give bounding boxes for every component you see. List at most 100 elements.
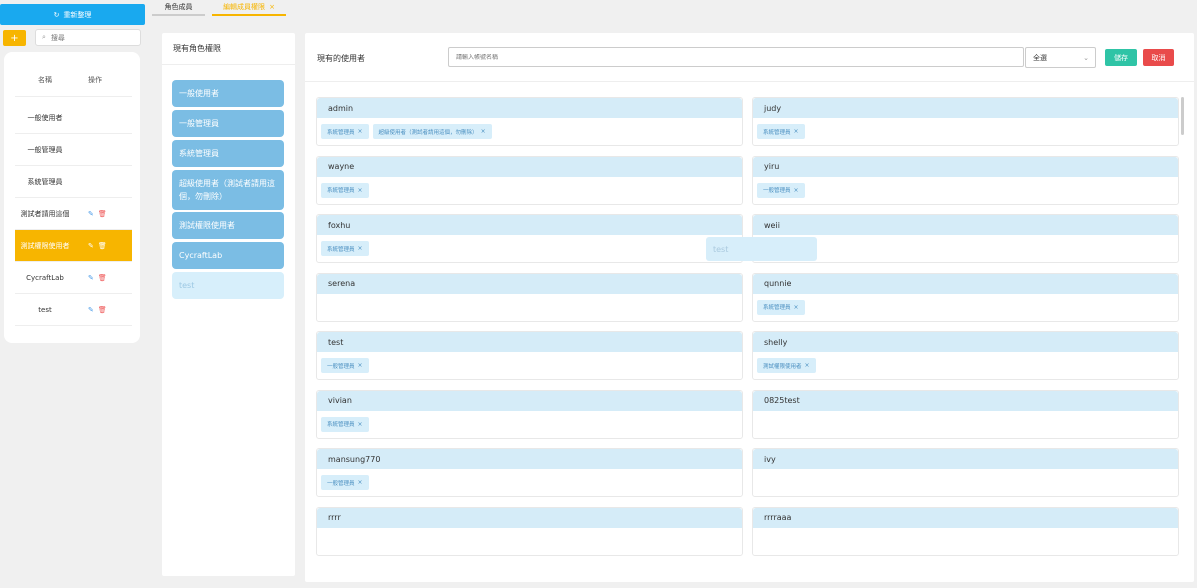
edit-icon[interactable]: ✎ [88, 210, 94, 218]
cancel-button[interactable]: 取消 [1143, 49, 1174, 66]
permission-tag: 一般管理員 × [757, 182, 805, 198]
remove-tag-icon[interactable]: × [358, 479, 363, 486]
user-permission-tags: 系統管理員 × 超級使用者（測試者請用這個，勿刪除） × [317, 118, 742, 139]
role-list-card: 名稱 操作 一般使用者 一般管理員 系統管理員 測試者請用這個 ✎ 🗑 測試權限使用者 ✎ 🗑 C… [4, 52, 140, 343]
user-card[interactable]: wayne 系統管理員 × [316, 155, 743, 205]
trash-icon[interactable]: 🗑 [98, 274, 107, 282]
user-card[interactable]: shelly 測試權限使用者 × [752, 331, 1179, 380]
role-list-item[interactable]: 系統管理員 [15, 166, 132, 198]
user-card[interactable]: yiru 一般管理員 × [752, 155, 1179, 205]
role-search-box[interactable]: ⌕ [35, 29, 141, 46]
user-search-input[interactable] [456, 53, 1023, 61]
remove-tag-icon[interactable]: × [358, 128, 363, 135]
role-list-item[interactable]: CycraftLab ✎ 🗑 [15, 262, 132, 294]
user-card[interactable]: rrrr [316, 506, 743, 556]
permission-tag-label: 超級使用者（測試者請用這個，勿刪除） [378, 129, 478, 136]
user-card[interactable]: serena [316, 272, 743, 322]
user-card[interactable]: qunnie 系統管理員 × [752, 272, 1179, 322]
role-name: 測試權限使用者 [20, 241, 70, 250]
remove-tag-icon[interactable]: × [358, 245, 363, 252]
remove-tag-icon[interactable]: × [794, 187, 799, 194]
user-name: yiru [753, 156, 1178, 177]
scrollbar[interactable] [1181, 97, 1184, 135]
user-card[interactable]: rrrraaa [752, 506, 1179, 556]
close-icon[interactable]: × [269, 3, 275, 11]
user-name: judy [753, 98, 1178, 118]
user-card[interactable]: admin 系統管理員 × 超級使用者（測試者請用這個，勿刪除） × [316, 97, 743, 146]
permission-item[interactable]: 測試權限使用者 [172, 212, 284, 239]
save-button[interactable]: 儲存 [1105, 49, 1137, 66]
edit-icon[interactable]: ✎ [88, 242, 94, 250]
role-actions: ✎ 🗑 [75, 274, 107, 282]
remove-tag-icon[interactable]: × [358, 187, 363, 194]
user-card[interactable]: mansung770 一般管理員 × [316, 448, 743, 497]
permission-item[interactable]: 一般使用者 [172, 80, 284, 107]
tab-edit-permissions-label: 編輯成員權限 [223, 3, 266, 11]
permission-item[interactable]: 超級使用者（測試者請用這個，勿刪除） [172, 170, 284, 210]
user-name: admin [317, 98, 742, 118]
user-permission-tags [753, 411, 1178, 417]
remove-tag-icon[interactable]: × [358, 421, 363, 428]
user-card[interactable]: ivy [752, 448, 1179, 497]
role-search-input[interactable] [50, 33, 131, 42]
edit-icon[interactable]: ✎ [88, 306, 94, 314]
divider [162, 64, 295, 65]
user-card[interactable]: vivian 系統管理員 × [316, 389, 743, 439]
add-role-button[interactable]: + [3, 30, 26, 46]
remove-tag-icon[interactable]: × [794, 128, 799, 135]
trash-icon[interactable]: 🗑 [98, 210, 107, 218]
user-name: test [317, 332, 742, 352]
column-actions-header: 操作 [88, 76, 102, 84]
permission-tag-label: 一般管理員 [327, 480, 355, 487]
column-name-header: 名稱 [38, 76, 52, 84]
role-list-item[interactable]: 一般使用者 [15, 102, 132, 134]
role-list-item[interactable]: 一般管理員 [15, 134, 132, 166]
permission-tag-label: 系統管理員 [763, 305, 791, 311]
role-list-item[interactable]: 測試權限使用者 ✎ 🗑 [15, 230, 132, 262]
remove-tag-icon[interactable]: × [358, 362, 363, 369]
role-name: 一般管理員 [27, 145, 63, 154]
permission-item[interactable]: 一般管理員 [172, 110, 284, 137]
permission-tag-label: 測試權限使用者 [763, 363, 802, 370]
user-card[interactable]: judy 系統管理員 × [752, 97, 1179, 146]
tab-role-members[interactable]: 角色成員 [152, 0, 205, 16]
trash-icon[interactable]: 🗑 [98, 306, 107, 314]
refresh-button[interactable]: ↻ 重新整理 [0, 4, 145, 25]
permission-tag: 系統管理員 × [321, 182, 369, 198]
user-permission-tags: 一般管理員 × [317, 469, 742, 490]
user-card[interactable]: test 一般管理員 × [316, 331, 743, 380]
permission-tag: 測試權限使用者 × [757, 358, 816, 373]
user-search-box[interactable] [448, 47, 1024, 67]
filter-select[interactable]: 全選 ⌄ [1025, 47, 1096, 68]
edit-icon[interactable]: ✎ [88, 274, 94, 282]
user-name: ivy [753, 449, 1178, 469]
user-card[interactable]: 0825test [752, 389, 1179, 439]
dragged-permission[interactable]: test [706, 237, 817, 261]
permission-item[interactable]: CycraftLab [172, 242, 284, 269]
permission-item[interactable]: test [172, 272, 284, 299]
user-permission-tags: 一般管理員 × [317, 352, 742, 373]
chevron-down-icon: ⌄ [1083, 53, 1089, 62]
tab-edit-permissions[interactable]: 編輯成員權限 × [212, 0, 286, 16]
refresh-label: 重新整理 [63, 10, 92, 19]
permissions-title: 現有角色權限 [173, 44, 221, 53]
user-permission-tags [317, 528, 742, 534]
role-actions: ✎ 🗑 [75, 242, 107, 250]
user-name: mansung770 [317, 449, 742, 469]
remove-tag-icon[interactable]: × [805, 362, 810, 369]
user-permission-tags: 測試權限使用者 × [753, 352, 1178, 373]
tab-role-members-label: 角色成員 [164, 3, 193, 11]
role-list-item[interactable]: test ✎ 🗑 [15, 294, 132, 326]
search-icon: ⌕ [42, 33, 46, 41]
permission-item[interactable]: 系統管理員 [172, 140, 284, 167]
permission-tag-label: 系統管理員 [327, 422, 355, 428]
user-name: rrrraaa [753, 507, 1178, 528]
user-permission-tags [753, 469, 1178, 475]
permission-tag-label: 系統管理員 [327, 129, 355, 136]
role-list-item[interactable]: 測試者請用這個 ✎ 🗑 [15, 198, 132, 230]
remove-tag-icon[interactable]: × [794, 304, 799, 311]
remove-tag-icon[interactable]: × [481, 128, 486, 135]
trash-icon[interactable]: 🗑 [98, 242, 107, 250]
permission-tag: 系統管理員 × [321, 416, 369, 432]
user-card[interactable]: foxhu 系統管理員 × [316, 214, 743, 263]
